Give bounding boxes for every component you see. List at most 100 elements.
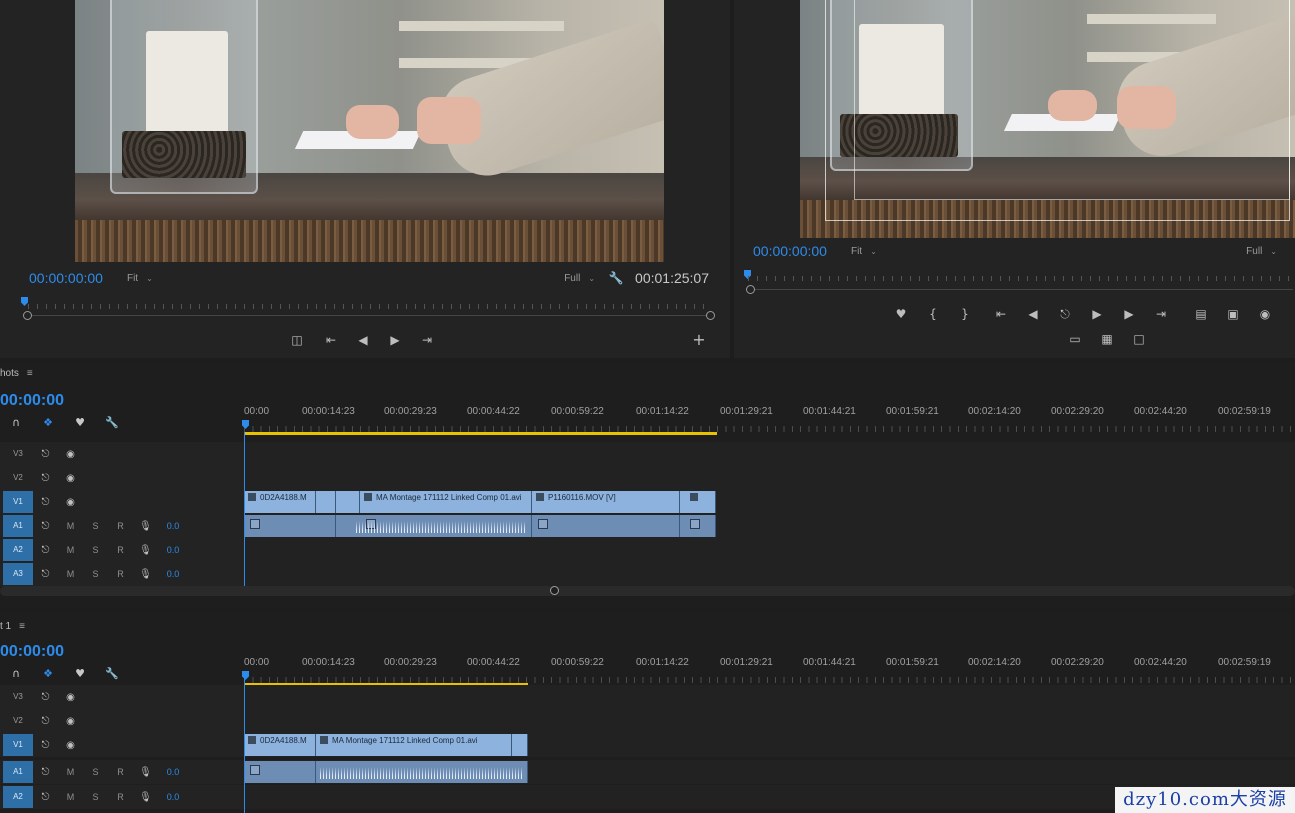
solo-button[interactable]: S [83, 569, 108, 579]
wrench-icon[interactable]: 🔧 [96, 416, 128, 429]
track-label[interactable]: V2 [3, 467, 33, 489]
zoom-handle-right[interactable] [706, 311, 715, 320]
source-fit-dropdown[interactable]: Fit ⌄ [127, 273, 153, 284]
marker-icon[interactable]: ♥ [890, 305, 912, 323]
audio-clip[interactable] [244, 515, 336, 537]
sync-lock-icon[interactable]: ⎋ [33, 497, 58, 508]
eye-icon[interactable]: ◉ [58, 497, 83, 508]
record-button[interactable]: R [108, 792, 133, 802]
solo-button[interactable]: S [83, 545, 108, 555]
sync-lock-icon[interactable]: ⎋ [33, 767, 58, 778]
track-label[interactable]: A3 [3, 563, 33, 585]
sequence-timecode-bottom[interactable]: 00:00:00 [0, 643, 64, 661]
menu-icon[interactable]: ≡ [19, 621, 25, 632]
sync-lock-icon[interactable]: ⎋ [33, 545, 58, 556]
track-label[interactable]: V3 [3, 443, 33, 465]
source-ruler[interactable] [28, 300, 708, 314]
track-label[interactable]: A1 [3, 515, 33, 537]
solo-button[interactable]: S [83, 767, 108, 777]
snap-icon[interactable]: ❖ [32, 416, 64, 429]
solo-button[interactable]: S [83, 521, 108, 531]
eye-icon[interactable]: ◉ [58, 473, 83, 484]
safe-margins-icon[interactable]: ▭ [1064, 330, 1086, 348]
audio-clip[interactable] [532, 515, 680, 537]
volume-value[interactable]: 0.0 [158, 545, 188, 555]
video-clip[interactable]: MA Montage 171112 Linked Comp 01.avi [360, 491, 532, 513]
go-to-out-icon[interactable]: ⇥ [1150, 305, 1172, 323]
video-clip[interactable]: 0D2A4188.M [244, 734, 316, 756]
record-button[interactable]: R [108, 767, 133, 777]
microphone-icon[interactable]: 🎙 [133, 569, 158, 580]
nest-toggle-icon[interactable]: ∩ [0, 667, 32, 680]
track-label[interactable]: V1 [3, 734, 33, 756]
record-button[interactable]: R [108, 569, 133, 579]
menu-icon[interactable]: ≡ [27, 368, 33, 379]
sync-lock-icon[interactable]: ⎋ [33, 449, 58, 460]
time-ruler-bottom[interactable]: 00:00 00:00:14:23 00:00:29:23 00:00:44:2… [242, 655, 1295, 686]
volume-value[interactable]: 0.0 [158, 569, 188, 579]
sequence-tab-top[interactable]: hots ≡ [0, 368, 33, 379]
mark-out-icon[interactable]: } [954, 305, 976, 323]
track-label[interactable]: A2 [3, 786, 33, 808]
step-forward-icon[interactable]: ▶ [1118, 305, 1140, 323]
mute-button[interactable]: M [58, 521, 83, 531]
track-label[interactable]: A1 [3, 761, 33, 783]
track-label[interactable]: V2 [3, 710, 33, 732]
program-timecode[interactable]: 00:00:00:00 [753, 243, 827, 259]
record-button[interactable]: R [108, 545, 133, 555]
source-quality-dropdown[interactable]: Full ⌄ [564, 273, 595, 284]
add-button[interactable]: + [688, 331, 710, 349]
lift-icon[interactable]: ⎋ [1054, 305, 1076, 323]
mute-button[interactable]: M [58, 569, 83, 579]
mute-button[interactable]: M [58, 792, 83, 802]
lift-clip-icon[interactable]: ▤ [1190, 305, 1212, 323]
scroll-zoom-handle[interactable] [550, 586, 559, 595]
eye-icon[interactable]: ◉ [58, 692, 83, 703]
microphone-icon[interactable]: 🎙 [133, 792, 158, 803]
video-clip[interactable]: 0D2A4188.M [244, 491, 316, 513]
audio-clip[interactable] [336, 515, 532, 537]
playhead-line[interactable] [244, 677, 245, 813]
record-button[interactable]: R [108, 521, 133, 531]
eye-icon[interactable]: ◉ [58, 449, 83, 460]
audio-clip[interactable] [680, 515, 716, 537]
video-clip[interactable]: P1160116.MOV [V] [532, 491, 680, 513]
video-clip[interactable] [512, 734, 528, 756]
volume-value[interactable]: 0.0 [158, 767, 188, 777]
mark-in-icon[interactable]: { [922, 305, 944, 323]
comment-icon[interactable]: □ [1128, 330, 1150, 348]
sequence-timecode-top[interactable]: 00:00:00 [0, 392, 64, 410]
camera-icon[interactable]: ◉ [1254, 305, 1276, 323]
program-quality-dropdown[interactable]: Full ⌄ [1246, 246, 1277, 257]
eye-icon[interactable]: ◉ [58, 740, 83, 751]
sync-lock-icon[interactable]: ⎋ [33, 716, 58, 727]
step-back-icon[interactable]: ◀ [1022, 305, 1044, 323]
extract-clip-icon[interactable]: ▣ [1222, 305, 1244, 323]
nest-toggle-icon[interactable]: ∩ [0, 416, 32, 429]
video-clip[interactable] [336, 491, 360, 513]
horizontal-scrollbar[interactable] [0, 586, 1295, 596]
microphone-icon[interactable]: 🎙 [133, 545, 158, 556]
track-label[interactable]: V1 [3, 491, 33, 513]
volume-value[interactable]: 0.0 [158, 792, 188, 802]
video-clip[interactable]: MA Montage 171112 Linked Comp 01.avi [316, 734, 512, 756]
play-icon[interactable]: ▶ [1086, 305, 1108, 323]
marker-icon[interactable]: ♥ [64, 667, 96, 680]
sync-lock-icon[interactable]: ⎋ [33, 740, 58, 751]
drag-video-icon[interactable]: ◫ [284, 331, 310, 349]
microphone-icon[interactable]: 🎙 [133, 521, 158, 532]
step-forward-icon[interactable]: ▶ [384, 331, 406, 349]
audio-clip[interactable] [316, 761, 528, 783]
microphone-icon[interactable]: 🎙 [133, 767, 158, 778]
program-zoom-bar[interactable] [752, 289, 1293, 290]
volume-value[interactable]: 0.0 [158, 521, 188, 531]
source-playhead[interactable] [21, 297, 28, 306]
step-forward-edit-icon[interactable]: ⇥ [416, 331, 438, 349]
sync-lock-icon[interactable]: ⎋ [33, 569, 58, 580]
work-area-bar[interactable] [244, 432, 717, 435]
sync-lock-icon[interactable]: ⎋ [33, 792, 58, 803]
step-back-icon[interactable]: ◀ [352, 331, 374, 349]
zoom-handle-left[interactable] [23, 311, 32, 320]
wrench-icon[interactable]: 🔧 [605, 269, 627, 287]
sync-lock-icon[interactable]: ⎋ [33, 473, 58, 484]
